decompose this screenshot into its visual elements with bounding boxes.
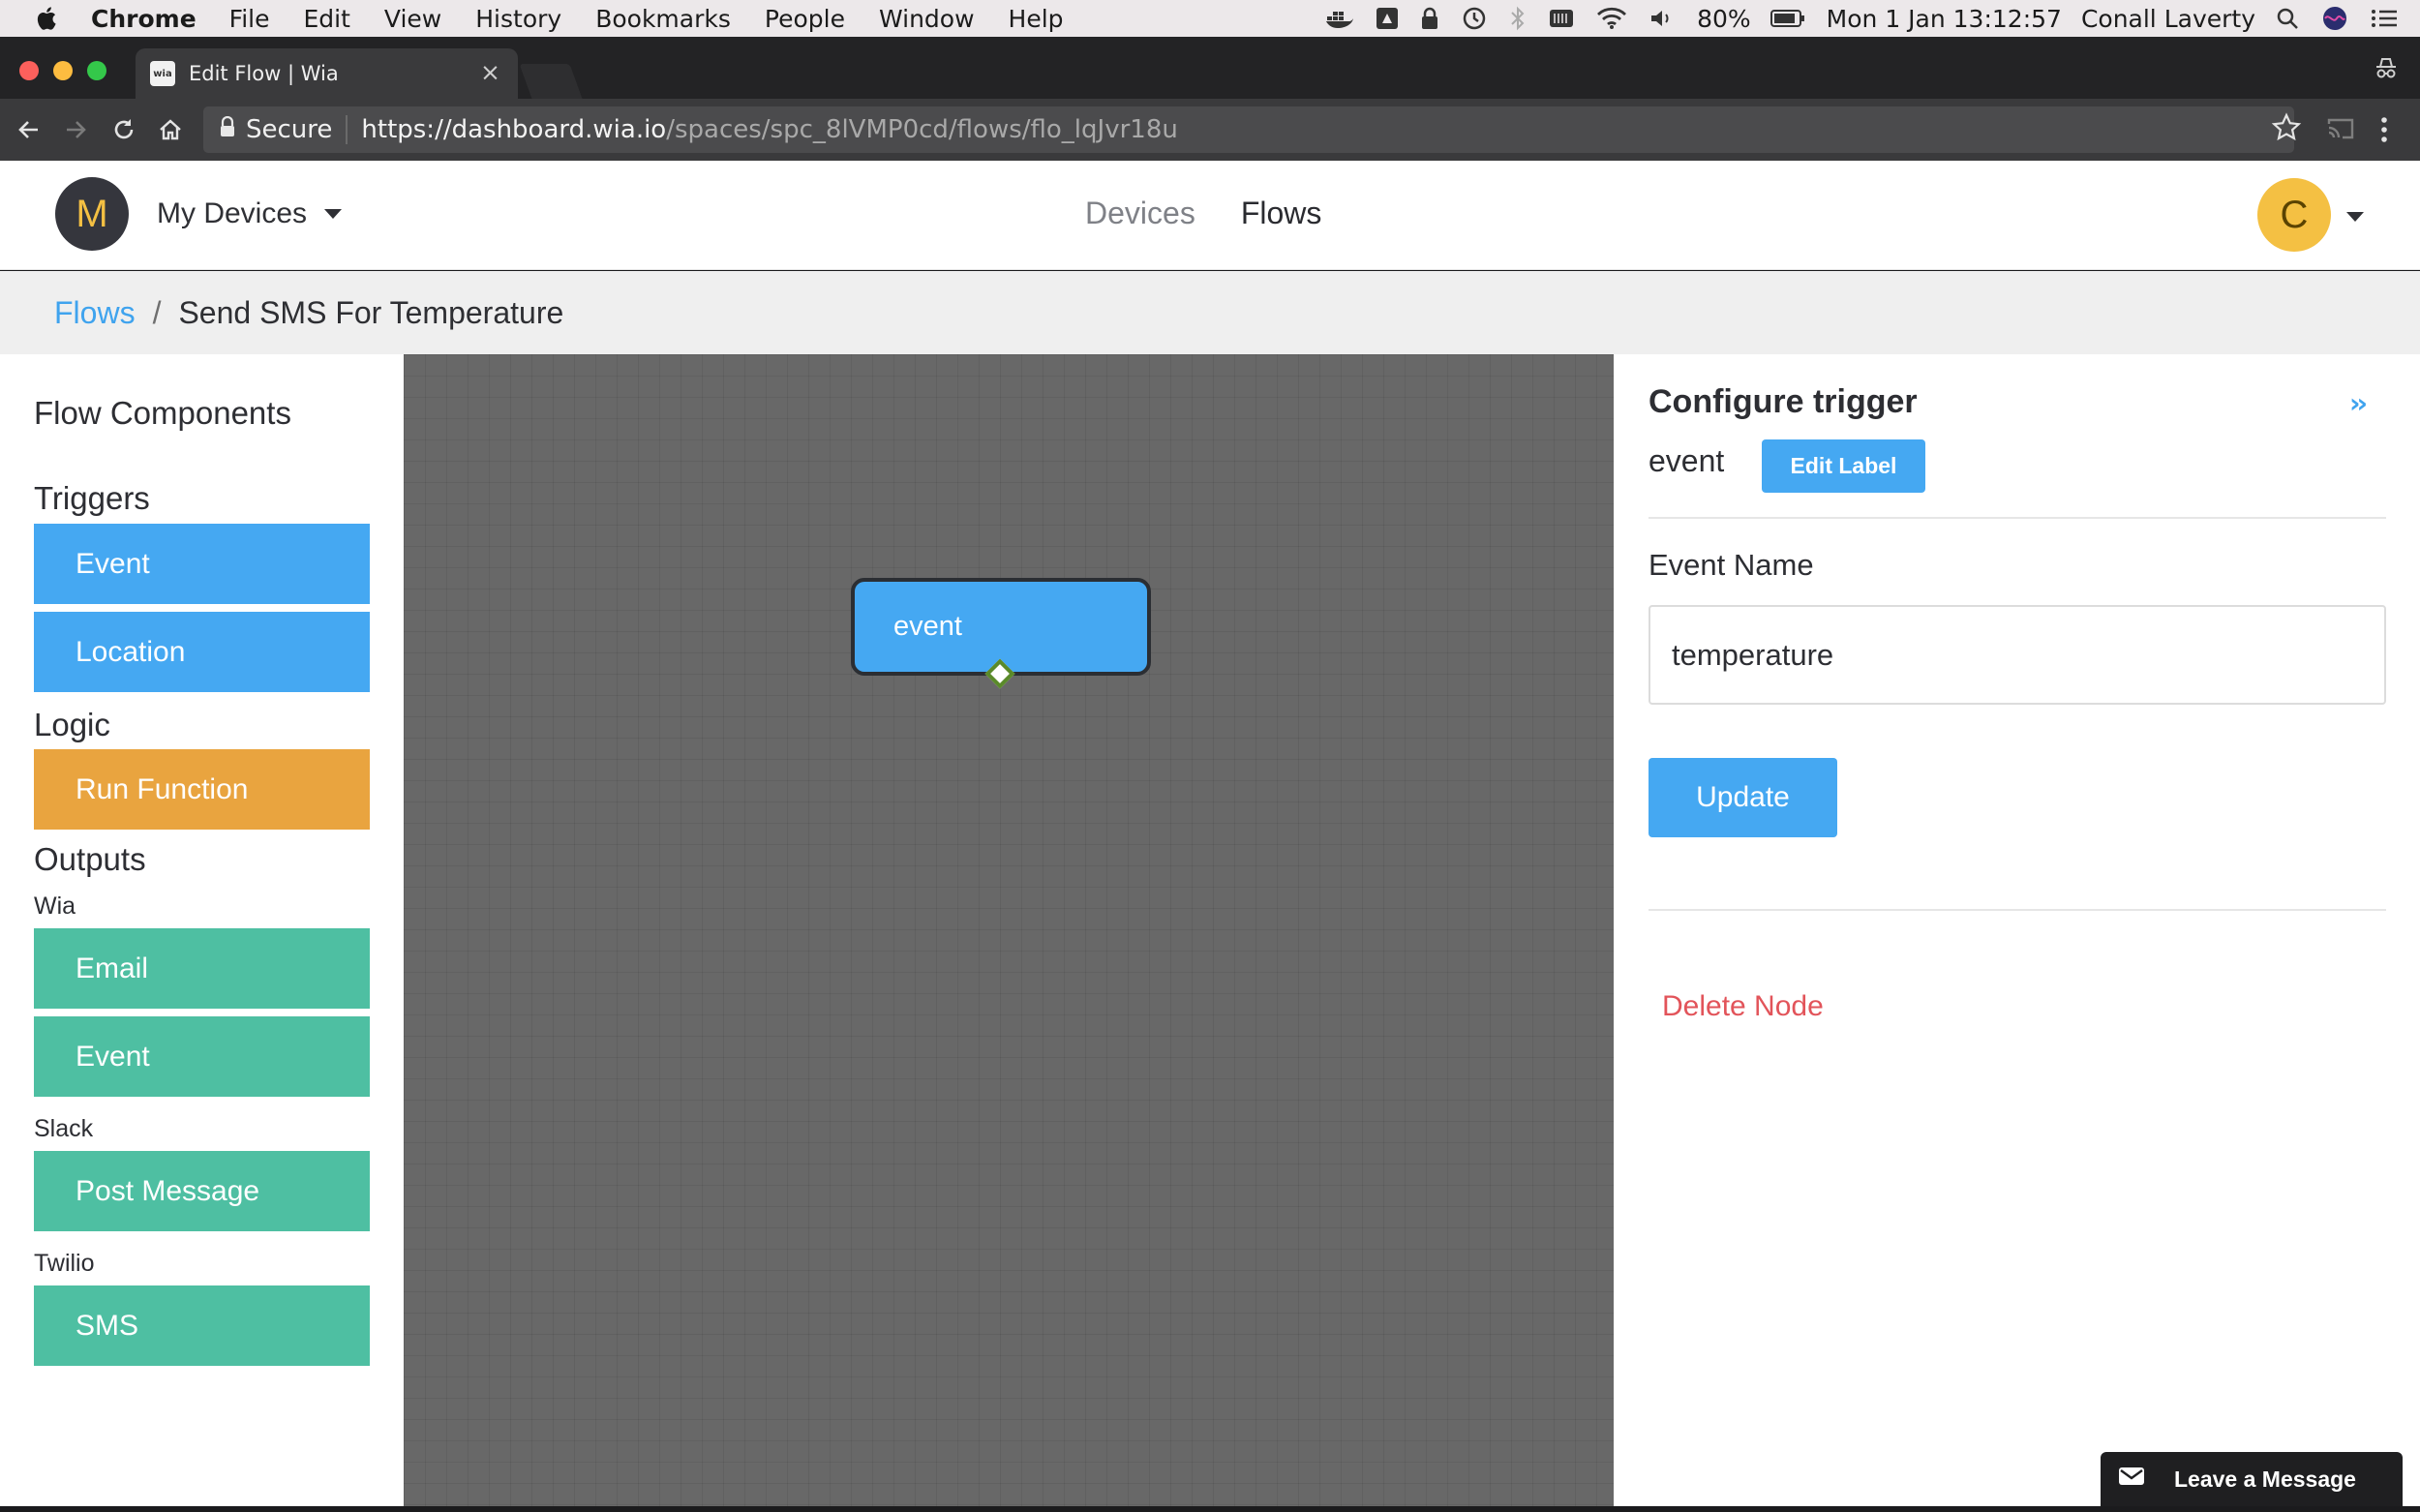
user-name[interactable]: Conall Laverty	[2081, 5, 2255, 33]
component-logic-run-function[interactable]: Run Function	[34, 749, 370, 830]
incognito-icon	[2374, 56, 2399, 85]
home-icon[interactable]	[155, 114, 186, 145]
lock-status-icon[interactable]	[1420, 7, 1439, 30]
slack-subheading: Slack	[34, 1115, 94, 1142]
logic-heading: Logic	[34, 707, 110, 742]
configure-panel: Configure trigger ›› event Edit Label Ev…	[1614, 354, 2420, 1506]
divider	[1649, 909, 2386, 911]
node-label-text: event	[1649, 443, 1725, 478]
component-trigger-location[interactable]: Location	[34, 612, 370, 692]
browser-tab-strip: wia Edit Flow | Wia ×	[0, 37, 2420, 99]
browser-tab-active[interactable]: wia Edit Flow | Wia ×	[136, 48, 518, 99]
menu-file[interactable]: File	[229, 5, 270, 33]
breadcrumb-flows-link[interactable]: Flows	[54, 295, 136, 331]
delete-node-link[interactable]: Delete Node	[1662, 990, 1824, 1023]
event-name-label: Event Name	[1649, 548, 1814, 582]
collapse-panel-icon[interactable]: ››	[2349, 387, 2368, 419]
menu-history[interactable]: History	[475, 5, 561, 33]
component-trigger-event[interactable]: Event	[34, 524, 370, 604]
leave-message-widget[interactable]: Leave a Message	[2101, 1452, 2403, 1506]
url-path: /spaces/spc_8lVMP0cd/flows/flo_lqJvr18u	[666, 115, 1178, 144]
leave-message-label: Leave a Message	[2174, 1466, 2356, 1492]
battery-percent: 80%	[1697, 4, 1751, 33]
menu-window[interactable]: Window	[879, 5, 975, 33]
close-tab-icon[interactable]: ×	[480, 58, 500, 86]
edit-label-button[interactable]: Edit Label	[1762, 439, 1925, 493]
notification-center-icon[interactable]	[2370, 7, 2399, 30]
breadcrumb-separator: /	[152, 294, 162, 330]
panel-title: Configure trigger	[1649, 383, 1918, 420]
divider	[1649, 517, 2386, 519]
update-button[interactable]: Update	[1649, 758, 1837, 837]
component-output-email[interactable]: Email	[34, 928, 370, 1009]
menu-view[interactable]: View	[384, 5, 441, 33]
clock[interactable]: Mon 1 Jan 13:12:57	[1827, 5, 2062, 33]
cast-icon[interactable]	[2326, 116, 2355, 145]
address-divider	[346, 115, 348, 144]
space-avatar[interactable]: M	[55, 177, 129, 251]
app-header: M My Devices Devices Flows C	[0, 161, 2420, 270]
outputs-heading: Outputs	[34, 841, 146, 877]
bookmark-star-icon[interactable]	[2271, 112, 2302, 147]
menu-app-name[interactable]: Chrome	[91, 5, 197, 33]
menu-people[interactable]: People	[765, 5, 845, 33]
nav-flows[interactable]: Flows	[1241, 196, 1322, 231]
zoom-window-button[interactable]	[87, 61, 106, 80]
wia-subheading: Wia	[34, 892, 76, 920]
time-machine-icon[interactable]	[1461, 5, 1488, 32]
flow-node-label: event	[893, 611, 962, 642]
breadcrumb-current: Send SMS For Temperature	[178, 294, 564, 330]
apple-menu-icon[interactable]	[33, 4, 62, 33]
flow-canvas[interactable]: event	[404, 354, 1614, 1506]
window-bottom-edge	[0, 1506, 2420, 1512]
new-tab-button[interactable]	[519, 64, 583, 99]
close-window-button[interactable]	[19, 61, 39, 80]
docker-icon[interactable]	[1325, 7, 1354, 30]
spotlight-search-icon[interactable]	[2275, 6, 2300, 31]
chevron-down-icon	[324, 209, 343, 219]
component-output-event[interactable]: Event	[34, 1016, 370, 1097]
nav-devices[interactable]: Devices	[1085, 196, 1195, 231]
breadcrumb: Flows / Send SMS For Temperature	[0, 271, 2420, 354]
browser-toolbar: Secure https://dashboard.wia.io /spaces/…	[0, 99, 2420, 161]
secure-label: Secure	[246, 115, 333, 144]
wia-favicon: wia	[150, 61, 175, 86]
flow-components-sidebar: Flow Components Triggers Event Location …	[0, 354, 404, 1506]
battery-icon[interactable]	[1770, 9, 1805, 28]
component-output-twilio-sms[interactable]: SMS	[34, 1285, 370, 1366]
minimize-window-button[interactable]	[53, 61, 73, 80]
keyboard-icon[interactable]	[1548, 7, 1575, 30]
envelope-icon	[2118, 1466, 2145, 1493]
twilio-subheading: Twilio	[34, 1250, 95, 1277]
drive-icon[interactable]	[1376, 7, 1399, 30]
triggers-heading: Triggers	[34, 480, 150, 516]
top-nav: Devices Flows	[1085, 196, 1321, 231]
browser-menu-icon[interactable]	[2379, 114, 2389, 149]
space-selector[interactable]: My Devices	[157, 197, 343, 230]
event-name-input[interactable]	[1649, 605, 2386, 705]
siri-icon[interactable]	[2321, 5, 2348, 32]
status-area: 80% Mon 1 Jan 13:12:57 Conall Laverty	[1325, 0, 2420, 37]
component-output-slack-post-message[interactable]: Post Message	[34, 1151, 370, 1231]
back-arrow-icon[interactable]	[14, 114, 45, 145]
macos-menu-bar: Chrome File Edit View History Bookmarks …	[0, 0, 2420, 37]
url-host: https://dashboard.wia.io	[361, 115, 667, 144]
user-avatar[interactable]: C	[2257, 178, 2331, 252]
space-name: My Devices	[157, 197, 308, 229]
forward-arrow-icon[interactable]	[60, 114, 91, 145]
wifi-icon[interactable]	[1596, 7, 1627, 30]
bluetooth-icon[interactable]	[1509, 6, 1527, 31]
tab-title: Edit Flow | Wia	[189, 62, 339, 85]
sidebar-title: Flow Components	[34, 395, 291, 431]
menu-bookmarks[interactable]: Bookmarks	[595, 5, 731, 33]
user-menu-chevron-icon[interactable]	[2346, 212, 2364, 222]
menu-help[interactable]: Help	[1009, 5, 1064, 33]
volume-icon[interactable]	[1649, 7, 1676, 30]
address-bar[interactable]: Secure https://dashboard.wia.io /spaces/…	[203, 106, 2294, 153]
menu-edit[interactable]: Edit	[304, 5, 350, 33]
secure-lock-icon[interactable]	[219, 115, 236, 144]
reload-icon[interactable]	[108, 114, 139, 145]
